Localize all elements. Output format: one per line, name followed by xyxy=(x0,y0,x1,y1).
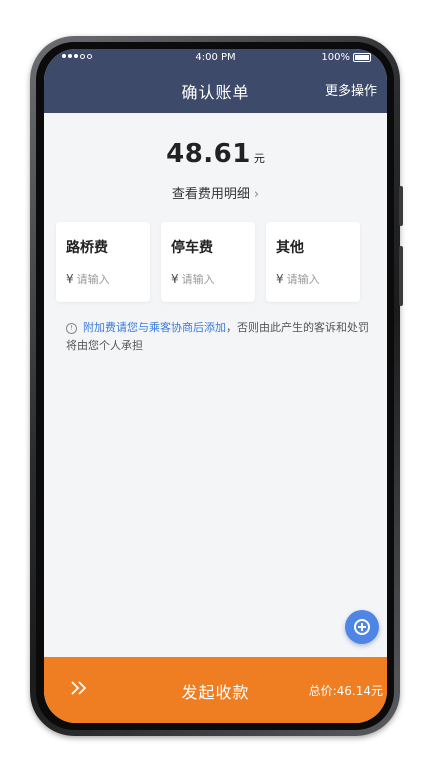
fee-card-other[interactable]: 其他 ¥ xyxy=(266,222,360,302)
amount-value: 48.61 xyxy=(166,139,251,169)
add-fee-button[interactable] xyxy=(345,610,379,644)
bill-content: 48.61元 查看费用明细› 路桥费 ¥ 停车费 ¥ xyxy=(44,113,387,657)
detail-link-label: 查看费用明细 xyxy=(171,187,250,202)
extra-fee-cards: 路桥费 ¥ 停车费 ¥ 其他 ¥ xyxy=(56,222,360,302)
app-screen: 4:00 PM 100% 确认账单 更多操作 48.61 元 查看费用明细 › 路桥… xyxy=(44,49,387,723)
fee-label: 停车费 xyxy=(171,240,213,256)
yen-icon: ¥ xyxy=(66,272,74,286)
battery-icon xyxy=(353,53,371,62)
parking-fee-input[interactable] xyxy=(181,272,242,286)
plus-circle-icon xyxy=(354,619,370,635)
other-fee-input[interactable] xyxy=(286,272,347,286)
collect-payment-bar[interactable]: 发起收款 总价:46.14元 xyxy=(44,657,387,723)
fee-card-toll[interactable]: 路桥费 ¥ xyxy=(56,222,150,302)
fee-input-row: ¥ xyxy=(276,272,347,286)
fee-card-parking[interactable]: 停车费 ¥ xyxy=(161,222,255,302)
fee-label: 路桥费 xyxy=(66,240,108,256)
more-actions-button[interactable]: 更多操作 xyxy=(325,80,377,99)
toll-fee-input[interactable] xyxy=(76,272,137,286)
surcharge-notice: ! 附加费请您与乘客协商后添加，否则由此产生的客诉和处罚将由您个人承担 xyxy=(66,319,371,355)
yen-icon: ¥ xyxy=(276,272,284,286)
total-price: 总价:46.14元 xyxy=(308,684,383,698)
phone-side-button xyxy=(399,246,403,306)
chevron-right-icon: › xyxy=(253,187,260,202)
bill-amount: 48.61 元 xyxy=(44,139,387,169)
battery-percent: 100% xyxy=(321,52,350,63)
info-icon: ! xyxy=(66,323,77,334)
battery-indicator: 100% xyxy=(321,52,371,63)
header-bar: 4:00 PM 100% 确认账单 更多操作 xyxy=(44,49,387,113)
amount-unit: 元 xyxy=(253,152,265,165)
yen-icon: ¥ xyxy=(171,272,179,286)
notice-highlight: 附加费请您与乘客协商后添加 xyxy=(83,321,226,334)
view-fee-details-link[interactable]: 查看费用明细 › xyxy=(44,183,387,202)
status-bar: 4:00 PM 100% xyxy=(44,49,387,67)
phone-side-button xyxy=(399,186,403,226)
fee-input-row: ¥ xyxy=(66,272,137,286)
phone-frame: 4:00 PM 100% 确认账单 更多操作 48.61 元 查看费用明细 › 路桥… xyxy=(30,36,403,736)
fee-label: 其他 xyxy=(276,240,304,256)
fee-input-row: ¥ xyxy=(171,272,242,286)
